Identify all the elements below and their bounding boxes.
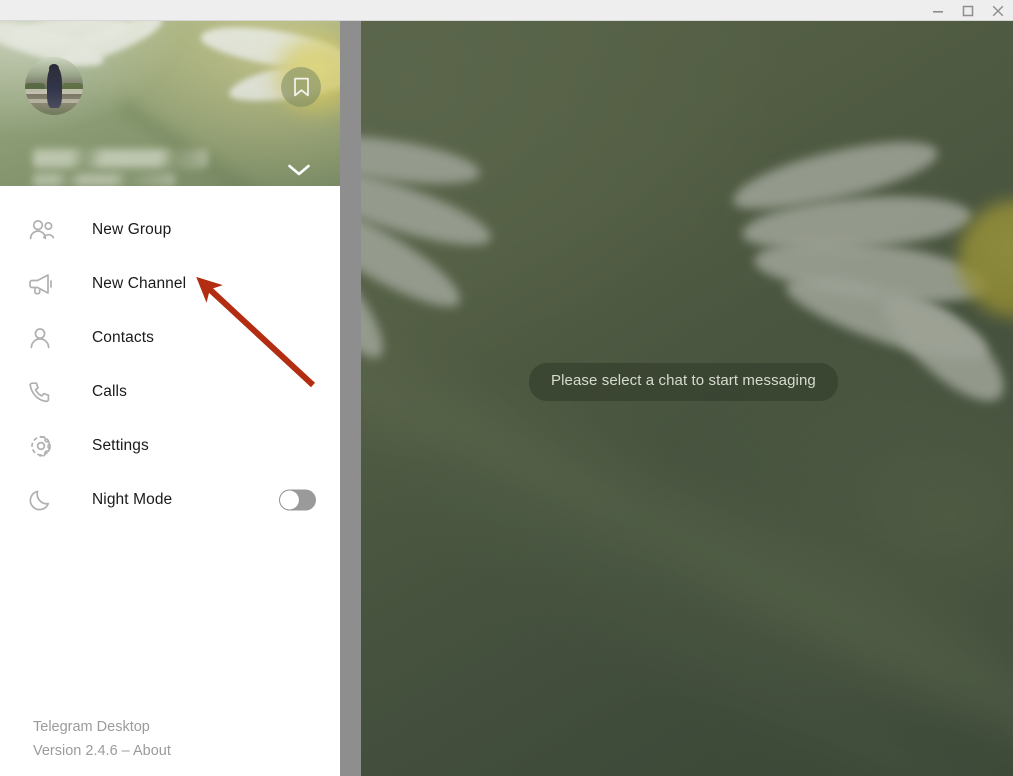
avatar[interactable]	[25, 57, 83, 115]
menu-item-new-channel[interactable]: New Channel	[0, 257, 340, 311]
settings-icon	[29, 434, 65, 458]
minimize-icon	[933, 10, 943, 13]
title-bar	[0, 0, 1013, 21]
app-version-label[interactable]: Version 2.4.6 – About	[33, 743, 171, 759]
close-icon	[992, 5, 1004, 16]
chat-list-scrollbar[interactable]	[340, 21, 361, 776]
telegram-desktop-window: 0 .. 0 .. 0 0 0 . 0 . 0	[0, 0, 1013, 776]
new-channel-icon	[29, 272, 65, 296]
menu-item-label: Contacts	[92, 329, 154, 346]
user-name-blurred	[33, 149, 208, 168]
empty-chat-message: Please select a chat to start messaging	[529, 363, 838, 401]
menu-item-label: New Group	[92, 221, 172, 238]
avatar-photo	[25, 57, 83, 115]
chat-panel: Please select a chat to start messaging	[361, 21, 1013, 776]
main-menu-panel: New Group New Channel Contacts Calls Set…	[0, 21, 340, 776]
night-mode-toggle[interactable]	[279, 489, 316, 511]
menu-item-label: Settings	[92, 437, 149, 454]
minimize-button[interactable]	[923, 0, 953, 21]
menu-item-label: Calls	[92, 383, 127, 400]
expand-accounts-button[interactable]	[280, 151, 318, 186]
night-mode-icon	[29, 489, 65, 512]
close-button[interactable]	[983, 0, 1013, 21]
menu-item-calls[interactable]: Calls	[0, 365, 340, 419]
menu-item-night-mode[interactable]: Night Mode	[0, 473, 340, 527]
menu-item-label: New Channel	[92, 275, 187, 292]
chevron-down-icon	[288, 164, 310, 176]
titlebar-divider	[0, 20, 1013, 21]
menu-list: New Group New Channel Contacts Calls Set…	[0, 203, 340, 527]
toggle-knob	[280, 490, 299, 510]
saved-messages-button[interactable]	[281, 67, 321, 107]
bookmark-icon	[293, 77, 309, 97]
menu-item-contacts[interactable]: Contacts	[0, 311, 340, 365]
contacts-icon	[29, 327, 65, 350]
new-group-icon	[29, 219, 65, 241]
menu-item-settings[interactable]: Settings	[0, 419, 340, 473]
menu-item-label: Night Mode	[92, 491, 173, 508]
app-name-label: Telegram Desktop	[33, 719, 150, 735]
menu-item-new-group[interactable]: New Group	[0, 203, 340, 257]
maximize-icon	[962, 5, 974, 16]
menu-footer: Telegram Desktop Version 2.4.6 – About	[33, 719, 171, 759]
menu-header	[0, 21, 340, 186]
user-phone-blurred	[33, 173, 175, 186]
maximize-button[interactable]	[953, 0, 983, 21]
calls-icon	[29, 381, 65, 404]
